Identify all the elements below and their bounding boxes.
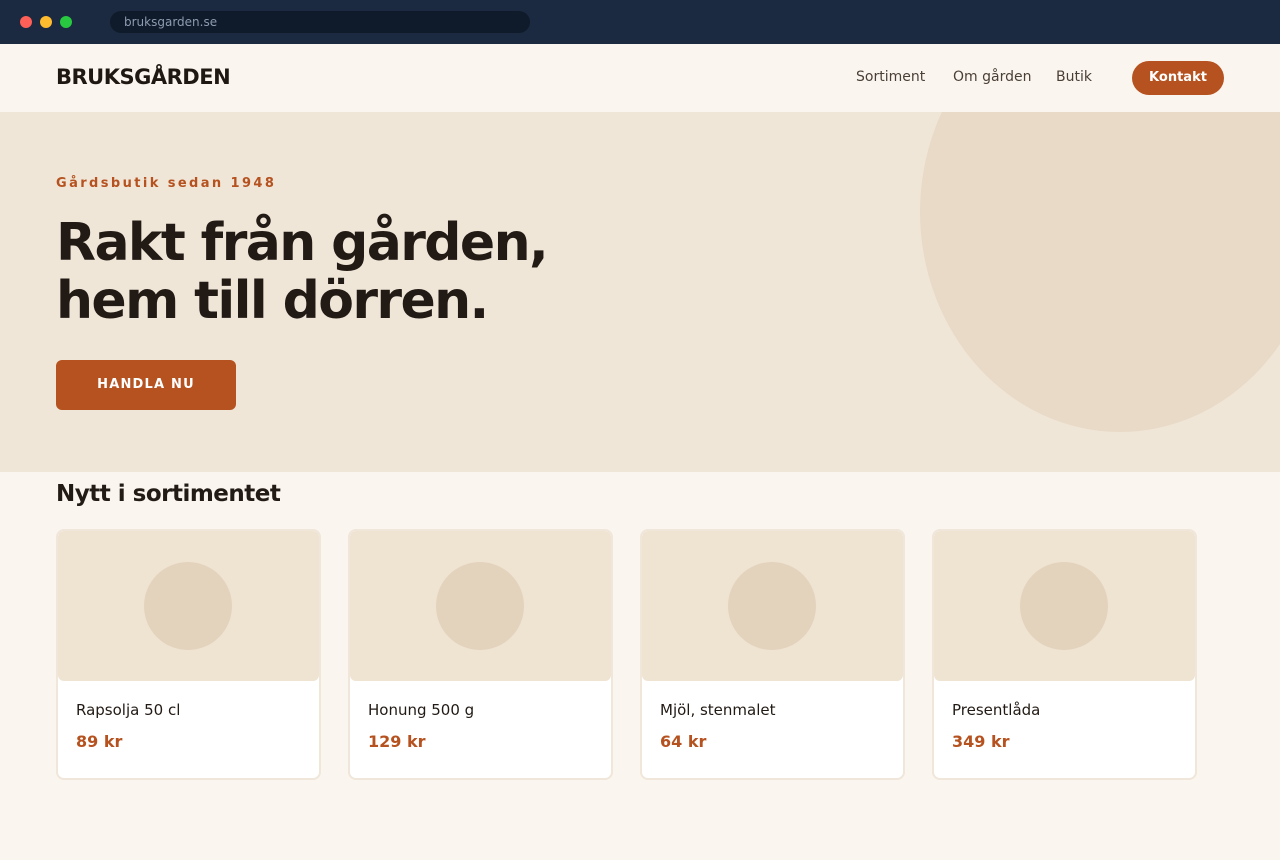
product-price: 129 kr <box>368 732 426 751</box>
product-card[interactable]: Rapsolja 50 cl 89 kr <box>56 529 321 780</box>
hero-headline-line-1: Rakt från gården, <box>56 213 549 273</box>
product-name: Honung 500 g <box>368 701 475 719</box>
hero-eyebrow: Gårdsbutik sedan 1948 <box>56 176 277 191</box>
product-image-circle <box>728 562 816 650</box>
site-header: BRUKSGÅRDEN Sortiment Om gården Butik Ko… <box>0 44 1280 112</box>
product-name: Mjöl, stenmalet <box>660 701 776 719</box>
hero-decorative-circle <box>920 112 1280 432</box>
hero-headline: Rakt från gården, hem till dörren. <box>56 213 549 331</box>
product-image-circle <box>144 562 232 650</box>
contact-button[interactable]: Kontakt <box>1132 61 1224 95</box>
product-name: Rapsolja 50 cl <box>76 701 181 719</box>
minimize-window-dot[interactable] <box>40 16 52 28</box>
hero-headline-line-2: hem till dörren. <box>56 271 489 331</box>
nav-link-butik[interactable]: Butik <box>1056 69 1092 85</box>
product-price: 89 kr <box>76 732 123 751</box>
product-name: Presentlåda <box>952 701 1041 719</box>
shop-now-button[interactable]: HANDLA NU <box>56 360 236 410</box>
product-image-placeholder <box>642 531 903 681</box>
maximize-window-dot[interactable] <box>60 16 72 28</box>
product-image-placeholder <box>934 531 1195 681</box>
product-image-circle <box>436 562 524 650</box>
product-price: 349 kr <box>952 732 1010 751</box>
hero-section: Gårdsbutik sedan 1948 Rakt från gården, … <box>0 112 1280 472</box>
product-card[interactable]: Mjöl, stenmalet 64 kr <box>640 529 905 780</box>
browser-chrome: bruksgarden.se <box>0 0 1280 44</box>
product-image-placeholder <box>350 531 611 681</box>
brand-logo[interactable]: BRUKSGÅRDEN <box>56 65 231 89</box>
nav-link-sortiment[interactable]: Sortiment <box>856 69 925 85</box>
product-card[interactable]: Honung 500 g 129 kr <box>348 529 613 780</box>
product-image-placeholder <box>58 531 319 681</box>
product-card[interactable]: Presentlåda 349 kr <box>932 529 1197 780</box>
product-image-circle <box>1020 562 1108 650</box>
address-bar[interactable]: bruksgarden.se <box>110 11 530 33</box>
product-price: 64 kr <box>660 732 707 751</box>
nav-link-om-garden[interactable]: Om gården <box>953 69 1031 85</box>
close-window-dot[interactable] <box>20 16 32 28</box>
products-section-title: Nytt i sortimentet <box>56 481 281 507</box>
